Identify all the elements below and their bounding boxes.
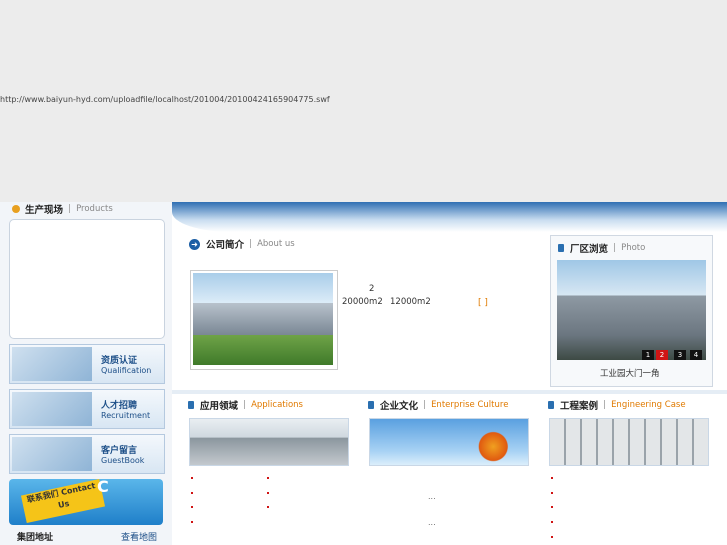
list-bullet <box>191 492 193 494</box>
about-title-cn: 公司简介 <box>206 240 245 251</box>
list-bullet <box>551 521 553 523</box>
recruitment-label-cn: 人才招聘 <box>101 401 138 411</box>
photo-page-4[interactable]: 4 <box>690 350 702 360</box>
list-bullet <box>191 521 193 523</box>
arrow-right-icon: ➜ <box>189 238 200 250</box>
culture-bullet-icon <box>368 401 374 409</box>
qualification-button[interactable]: 资质认证 Qualification <box>9 344 165 384</box>
about-header: ➜ 公司简介 | About us <box>189 237 295 251</box>
header-wave <box>172 202 727 232</box>
section-divider <box>172 390 727 394</box>
about-area2: 12000m2 <box>390 297 431 307</box>
flash-banner: http://www.baiyun-hyd.com/uploadfile/loc… <box>0 0 727 202</box>
applications-header: 应用领域 | Applications <box>188 398 303 412</box>
flash-url-text: http://www.baiyun-hyd.com/uploadfile/loc… <box>0 95 330 104</box>
cases-bullet-icon <box>548 401 554 409</box>
cases-title-cn: 工程案例 <box>560 401 599 412</box>
products-separator: | <box>68 204 72 214</box>
photo-caption: 工业园大门一角 <box>600 369 660 379</box>
list-bullet <box>551 536 553 538</box>
recruitment-label-en: Recruitment <box>101 411 151 420</box>
company-photo <box>190 270 338 370</box>
photo-slideshow-image[interactable] <box>557 260 706 360</box>
products-title-cn: 生产现场 <box>25 205 64 216</box>
cases-image[interactable] <box>549 418 709 466</box>
about-more-link[interactable]: [ ] <box>478 298 488 308</box>
qualification-label-cn: 资质认证 <box>101 356 138 366</box>
contact-us-button[interactable]: 联系我们 Contact Us C <box>9 479 163 525</box>
recruitment-image <box>12 392 92 426</box>
list-bullet <box>191 506 193 508</box>
products-title-en: Products <box>76 204 113 214</box>
address-label: 集团地址 <box>17 533 54 543</box>
qualification-label-en: Qualification <box>101 366 152 375</box>
culture-title-cn: 企业文化 <box>380 401 419 412</box>
about-area1: 20000m2 <box>342 297 383 307</box>
recruitment-button[interactable]: 人才招聘 Recruitment <box>9 389 165 429</box>
list-bullet <box>551 492 553 494</box>
culture-separator: | <box>423 400 427 410</box>
list-bullet <box>551 477 553 479</box>
about-title-en: About us <box>257 239 295 249</box>
products-header: 生产现场 | Products <box>12 202 113 216</box>
culture-image[interactable] <box>369 418 529 466</box>
list-bullet <box>267 506 269 508</box>
culture-title-en[interactable]: Enterprise Culture <box>431 400 508 410</box>
culture-header: 企业文化 | Enterprise Culture <box>368 398 508 412</box>
photo-title-cn: 厂区浏览 <box>570 244 609 255</box>
products-panel <box>9 219 165 339</box>
list-bullet <box>551 506 553 508</box>
applications-bullet-icon <box>188 401 194 409</box>
contact-letter: C <box>97 479 109 496</box>
about-line1: 2 <box>369 284 375 294</box>
qualification-image <box>12 347 92 381</box>
about-separator: | <box>249 239 253 249</box>
company-photo-grass <box>193 335 333 365</box>
guestbook-button[interactable]: 客户留言 GuestBook <box>9 434 165 474</box>
applications-title-en[interactable]: Applications <box>251 400 303 410</box>
applications-title-cn: 应用领域 <box>200 401 239 412</box>
applications-image[interactable] <box>189 418 349 466</box>
company-photo-sky <box>193 273 333 303</box>
photo-title-en: Photo <box>621 243 646 253</box>
photo-bullet-icon <box>558 244 564 252</box>
products-bullet-icon <box>12 205 20 213</box>
list-bullet <box>267 477 269 479</box>
culture-ellipsis-2: ... <box>428 518 436 527</box>
cases-title-en[interactable]: Engineering Case <box>611 400 686 410</box>
contact-sign: 联系我们 Contact Us <box>20 479 106 524</box>
view-map-link[interactable]: 查看地图 <box>121 530 157 543</box>
photo-page-2[interactable]: 2 <box>656 350 668 360</box>
guestbook-label-en: GuestBook <box>101 456 145 465</box>
photo-page-3[interactable]: 3 <box>674 350 686 360</box>
list-bullet <box>191 477 193 479</box>
guestbook-label-cn: 客户留言 <box>101 446 138 456</box>
cases-separator: | <box>603 400 607 410</box>
photo-separator: | <box>613 243 617 253</box>
cases-header: 工程案例 | Engineering Case <box>548 398 686 412</box>
photo-page-1[interactable]: 1 <box>642 350 654 360</box>
applications-separator: | <box>243 400 247 410</box>
photo-header: 厂区浏览 | Photo <box>558 241 645 255</box>
culture-ellipsis-1: ... <box>428 492 436 501</box>
list-bullet <box>267 492 269 494</box>
guestbook-image <box>12 437 92 471</box>
company-photo-building <box>193 303 333 335</box>
